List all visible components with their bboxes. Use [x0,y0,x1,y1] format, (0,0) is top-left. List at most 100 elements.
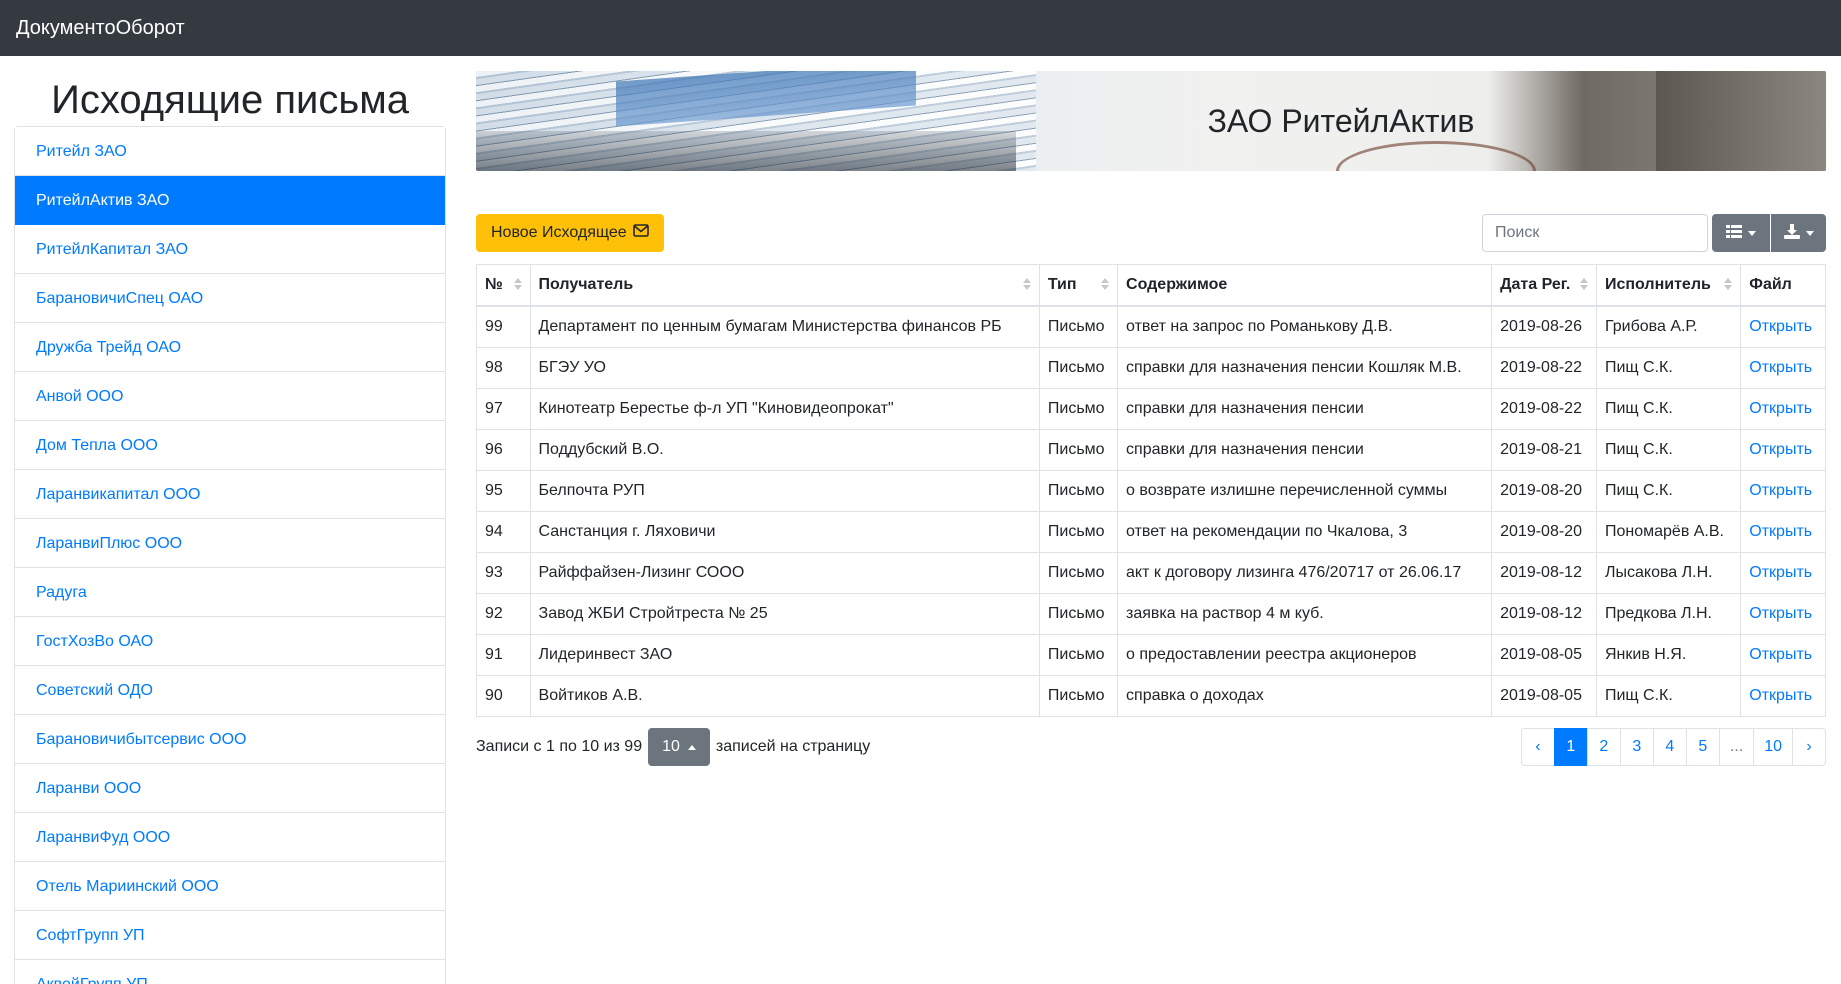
column-header-label: № [485,276,503,293]
column-header[interactable]: Исполнитель [1596,265,1742,307]
table-cell: Райффайзен-Лизинг СООО [530,551,1040,593]
table-body: 99 Департамент по ценным бумагам Министер… [477,305,1825,716]
table-row: 99 Департамент по ценным бумагам Министер… [477,305,1825,347]
open-file-link[interactable]: Открыть [1749,564,1812,581]
new-outgoing-button[interactable]: Новое Исходящее [476,214,664,252]
page-size-dropdown[interactable]: 10 [648,728,710,766]
pagination-page[interactable]: 5 [1685,728,1720,766]
table-row: 97 Кинотеатр Берестье ф-л УП "Киновидеопр… [477,387,1825,429]
columns-toggle-button[interactable] [1712,214,1770,252]
table-cell: Лидеринвест ЗАО [530,633,1040,675]
table-row: 95 Белпочта РУП Письмо о возврате излишне п… [477,469,1825,511]
table-cell: 2019-08-21 [1491,428,1597,470]
table-cell: Открыть [1740,428,1825,470]
column-header[interactable]: Тип [1039,265,1119,307]
sidebar-item-company[interactable]: ЛаранвиФуд ООО [15,813,445,862]
table-cell: Янкив Н.Я. [1596,633,1742,675]
table-cell: Лысакова Л.Н. [1596,551,1742,593]
new-outgoing-label: Новое Исходящее [491,224,627,241]
pagination-page[interactable]: 4 [1652,728,1687,766]
sidebar-item-company[interactable]: Радуга [15,568,445,617]
table-cell: Завод ЖБИ Стройтреста № 25 [530,592,1040,634]
table-cell: ответ на запрос по Романькову Д.В. [1117,305,1493,347]
column-header-label: Файл [1749,276,1792,293]
column-header[interactable]: Получатель [530,265,1040,307]
company-banner: ЗАО РитейлАктив [476,71,1826,171]
table-row: 93 Райффайзен-Лизинг СООО Письмо акт к дого… [477,551,1825,593]
table-cell: 99 [477,305,531,347]
table-cell: Открыть [1740,551,1825,593]
table-cell: Предкова Л.Н. [1596,592,1742,634]
table-cell: 2019-08-22 [1491,346,1597,388]
table-row: 90 Войтиков А.В. Письмо справка о доходах 20… [477,674,1825,716]
open-file-link[interactable]: Открыть [1749,523,1812,540]
sidebar-item-company[interactable]: РитейлКапитал ЗАО [15,225,445,274]
sidebar-item-company[interactable]: Барановичибытсервис ООО [15,715,445,764]
sidebar-item-company[interactable]: Дом Тепла ООО [15,421,445,470]
table-cell: 2019-08-05 [1491,674,1597,716]
open-file-link[interactable]: Открыть [1749,400,1812,417]
table-cell: о возврате излишне перечисленной суммы [1117,469,1493,511]
sidebar-item-company[interactable]: БарановичиСпец ОАО [15,274,445,323]
open-file-link[interactable]: Открыть [1749,441,1812,458]
sort-icon [1724,278,1733,290]
table-cell: Письмо [1039,387,1119,429]
sidebar-item-company[interactable]: ЛаранвиПлюс ООО [15,519,445,568]
pagination-page[interactable]: 3 [1619,728,1654,766]
pagination-page[interactable]: 2 [1586,728,1621,766]
sidebar-item-company[interactable]: РитейлАктив ЗАО [15,176,445,225]
table-cell: Письмо [1039,305,1119,347]
download-icon [1783,224,1800,242]
table-cell: акт к договору лизинга 476/20717 от 26.0… [1117,551,1493,593]
search-input[interactable] [1482,214,1708,252]
table-cell: справки для назначения пенсии Кошляк М.В… [1117,346,1493,388]
open-file-link[interactable]: Открыть [1749,318,1812,335]
open-file-link[interactable]: Открыть [1749,482,1812,499]
table-cell: Письмо [1039,674,1119,716]
sidebar-item-company[interactable]: Ритейл ЗАО [15,127,445,176]
chevron-up-icon [687,744,696,750]
sidebar-item-company[interactable]: Отель Мариинский ООО [15,862,445,911]
sidebar-item-company[interactable]: ГостХозВо ОАО [15,617,445,666]
table-cell: Открыть [1740,674,1825,716]
banner-dark-image [1656,71,1826,171]
pagination: ‹ 1 2 3 4 5... 10 › [1520,728,1826,766]
sidebar-item-company[interactable]: Дружба Трейд ОАО [15,323,445,372]
pagination-page[interactable]: 10 [1753,728,1793,766]
table-row: 96 Поддубский В.О. Письмо справки для назна… [477,428,1825,470]
column-header-label: Исполнитель [1604,276,1711,293]
column-header: Содержимое [1117,265,1493,307]
sidebar-item-company[interactable]: СофтГрупп УП [15,911,445,960]
pagination-page[interactable]: 1 [1553,728,1588,766]
table-cell: 95 [477,469,531,511]
pagination-next-button[interactable]: › [1792,728,1826,766]
list-icon [1726,225,1742,241]
pagination-prev-button[interactable]: ‹ [1520,728,1555,766]
sidebar-item-company[interactable]: Анвой ООО [15,372,445,421]
sidebar-item-company[interactable]: Советский ОДО [15,666,445,715]
table-row: 91 Лидеринвест ЗАО Письмо о предоставлении … [477,633,1825,675]
table-cell: 94 [477,510,531,552]
sidebar-item-company[interactable]: Ларанвикапитал ООО [15,470,445,519]
export-button[interactable] [1771,214,1826,252]
open-file-link[interactable]: Открыть [1749,605,1812,622]
per-page-label: записей на страницу [715,738,871,755]
table-cell: Письмо [1039,592,1119,634]
table-cell: 2019-08-20 [1491,469,1597,511]
table-cell: 92 [477,592,531,634]
sidebar-item-company[interactable]: Ларанви ООО [15,764,445,813]
sidebar-item-company[interactable]: АквейГрупп УП [15,960,445,984]
sort-icon [1022,278,1031,290]
table-cell: Письмо [1039,633,1119,675]
open-file-link[interactable]: Открыть [1749,687,1812,704]
company-list: Ритейл ЗАО РитейлАктив ЗАО РитейлКапитал З… [14,126,446,984]
column-header-label: Дата Рег. [1500,276,1571,293]
column-header[interactable]: Дата Рег. [1491,265,1597,307]
brand-logo-text[interactable]: ДокументоОборот [16,17,185,40]
table-cell: ответ на рекомендации по Чкалова, 3 [1117,510,1493,552]
column-header[interactable]: № [477,265,531,307]
open-file-link[interactable]: Открыть [1749,359,1812,376]
table-cell: Белпочта РУП [530,469,1040,511]
open-file-link[interactable]: Открыть [1749,646,1812,663]
pagination-ellipsis[interactable]: ... [1718,728,1755,766]
